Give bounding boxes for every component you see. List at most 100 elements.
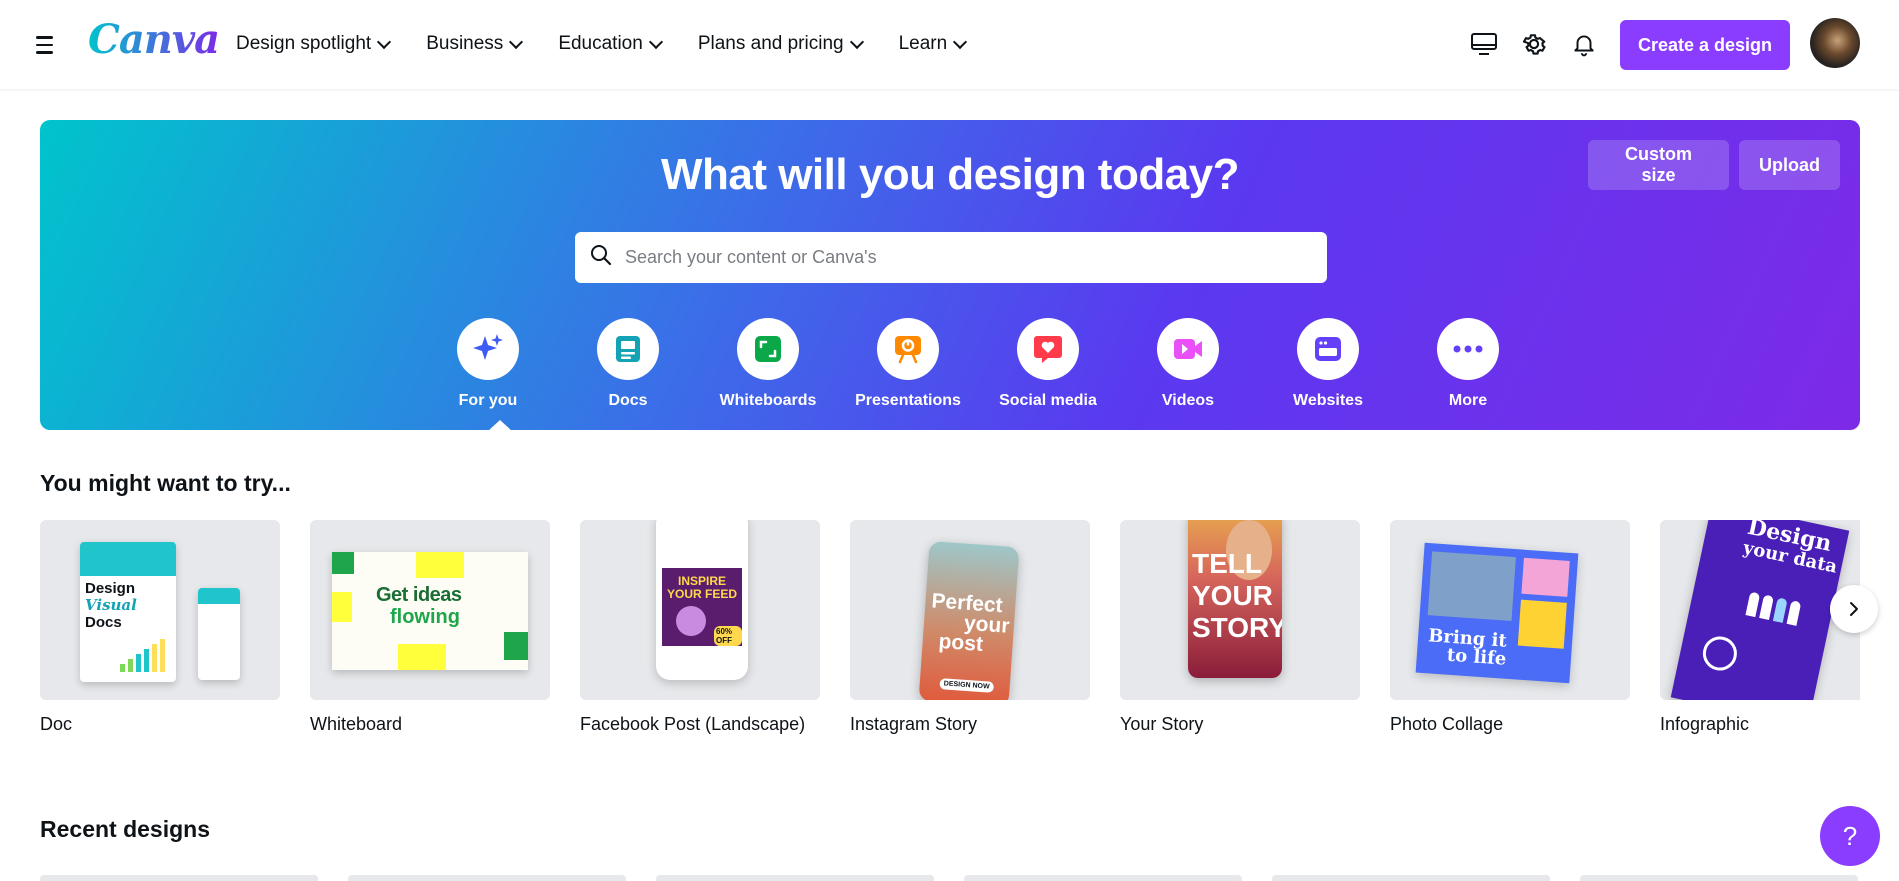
- art-text: Get ideas: [376, 584, 462, 606]
- template-card-instagram-story[interactable]: Perfect your post DESIGN NOW Instagram S…: [850, 520, 1090, 735]
- template-thumbnail: Bring it to life: [1390, 520, 1630, 700]
- tab-social-media[interactable]: Social media: [978, 318, 1118, 410]
- tab-label: Docs: [608, 392, 648, 409]
- suggestion-carousel: Design Visual Docs Doc Get ideas flowing: [40, 520, 1860, 740]
- template-card-facebook-post[interactable]: INSPIRE YOUR FEED 60% OFF Facebook Post …: [580, 520, 820, 735]
- chevron-down-icon: [377, 34, 392, 50]
- nav-design-spotlight[interactable]: Design spotlight: [236, 30, 392, 58]
- template-thumbnail: TELL YOUR STORY: [1120, 520, 1360, 700]
- nav-label: Education: [558, 33, 643, 54]
- art-text: STORY: [1192, 612, 1282, 643]
- chevron-down-icon: [648, 34, 663, 50]
- art-text: Design: [85, 580, 136, 597]
- recent-design-card[interactable]: [964, 875, 1242, 881]
- card-label: Whiteboard: [310, 714, 403, 734]
- video-icon: [1157, 318, 1219, 380]
- main-nav: Design spotlight Business Education Plan…: [236, 30, 1002, 58]
- menu-icon[interactable]: [30, 30, 60, 60]
- search-icon: [589, 243, 613, 272]
- search-input[interactable]: [625, 247, 1305, 268]
- search-bar[interactable]: [575, 232, 1327, 283]
- card-label: Instagram Story: [850, 714, 978, 734]
- recent-design-card[interactable]: [1580, 875, 1858, 881]
- art-text: to life: [1446, 644, 1507, 670]
- chevron-down-icon: [953, 34, 968, 50]
- active-tab-indicator: [488, 420, 512, 431]
- nav-label: Learn: [898, 33, 948, 54]
- template-thumbnail: Perfect your post DESIGN NOW: [850, 520, 1090, 700]
- website-icon: [1297, 318, 1359, 380]
- nav-plans-and-pricing[interactable]: Plans and pricing: [697, 30, 864, 58]
- sparkle-icon: [457, 318, 519, 380]
- recent-design-card[interactable]: [1272, 875, 1550, 881]
- template-thumbnail: Get ideas flowing: [310, 520, 550, 700]
- nav-learn[interactable]: Learn: [898, 30, 968, 58]
- art-text: INSPIRE: [677, 574, 726, 588]
- top-header: Canva Design spotlight Business Educatio…: [0, 0, 1899, 89]
- tab-websites[interactable]: Websites: [1258, 318, 1398, 410]
- art-text: Visual: [85, 596, 137, 614]
- hero-banner: What will you design today? Custom size …: [40, 120, 1860, 431]
- gear-icon[interactable]: [1519, 29, 1549, 59]
- tab-label: Websites: [1293, 392, 1363, 409]
- art-text: YOUR: [1192, 580, 1273, 611]
- help-button[interactable]: ?: [1820, 806, 1880, 866]
- upload-button[interactable]: Upload: [1739, 140, 1840, 190]
- chevron-right-icon: [1850, 602, 1858, 616]
- tab-whiteboards[interactable]: Whiteboards: [698, 318, 838, 410]
- nav-business[interactable]: Business: [426, 30, 524, 58]
- art-text: post: [937, 629, 984, 656]
- card-label: Infographic: [1660, 714, 1750, 734]
- art-text: TELL: [1192, 548, 1262, 579]
- tab-for-you[interactable]: For you: [418, 318, 558, 410]
- tab-label: Social media: [999, 392, 1097, 409]
- card-label: Facebook Post (Landscape): [580, 714, 806, 734]
- art-text: flowing: [390, 606, 460, 628]
- card-label: Doc: [40, 714, 73, 734]
- tab-label: Whiteboards: [719, 392, 817, 409]
- chevron-down-icon: [849, 34, 864, 50]
- avatar[interactable]: [1810, 18, 1860, 68]
- chevron-down-icon: [509, 34, 524, 50]
- template-thumbnail: INSPIRE YOUR FEED 60% OFF: [580, 520, 820, 700]
- art-text: Docs: [85, 614, 122, 631]
- whiteboard-icon: [737, 318, 799, 380]
- nav-label: Plans and pricing: [697, 33, 844, 54]
- template-card-your-story[interactable]: TELL YOUR STORY Your Story: [1120, 520, 1360, 735]
- more-icon: [1437, 318, 1499, 380]
- card-label: Your Story: [1120, 714, 1204, 734]
- nav-label: Design spotlight: [236, 33, 372, 54]
- section-title-recent: Recent designs: [40, 816, 210, 842]
- recent-design-card[interactable]: [656, 875, 934, 881]
- section-title-suggestions: You might want to try...: [40, 470, 291, 496]
- tab-docs[interactable]: Docs: [558, 318, 698, 410]
- tab-label: More: [1448, 392, 1488, 409]
- template-card-photo-collage[interactable]: Bring it to life Photo Collage: [1390, 520, 1630, 735]
- bell-icon[interactable]: [1569, 29, 1599, 59]
- category-tabs: For you Docs Whiteboards Presentations S…: [418, 318, 1538, 410]
- presentation-icon: [877, 318, 939, 380]
- recent-design-card[interactable]: [40, 875, 318, 881]
- canva-logo[interactable]: Canva: [88, 16, 220, 63]
- custom-size-button[interactable]: Custom size: [1588, 140, 1729, 190]
- art-text: YOUR FEED: [666, 587, 737, 601]
- art-text: 60% OFF: [714, 626, 742, 646]
- template-card-infographic[interactable]: Design your data Infographic: [1660, 520, 1860, 735]
- tab-label: Videos: [1161, 392, 1215, 409]
- tab-videos[interactable]: Videos: [1118, 318, 1258, 410]
- tab-label: For you: [458, 392, 518, 409]
- desktop-app-icon[interactable]: [1469, 29, 1499, 59]
- tab-label: Presentations: [855, 392, 961, 409]
- template-card-whiteboard[interactable]: Get ideas flowing Whiteboard: [310, 520, 550, 735]
- doc-icon: [597, 318, 659, 380]
- recent-design-card[interactable]: [348, 875, 626, 881]
- tab-presentations[interactable]: Presentations: [838, 318, 978, 410]
- heart-icon: [1017, 318, 1079, 380]
- carousel-next-button[interactable]: [1830, 585, 1878, 633]
- tab-more[interactable]: More: [1398, 318, 1538, 410]
- art-text: DESIGN NOW: [939, 678, 994, 693]
- nav-education[interactable]: Education: [558, 30, 663, 58]
- create-design-button[interactable]: Create a design: [1620, 20, 1790, 70]
- card-label: Photo Collage: [1390, 714, 1504, 734]
- template-card-doc[interactable]: Design Visual Docs Doc: [40, 520, 280, 735]
